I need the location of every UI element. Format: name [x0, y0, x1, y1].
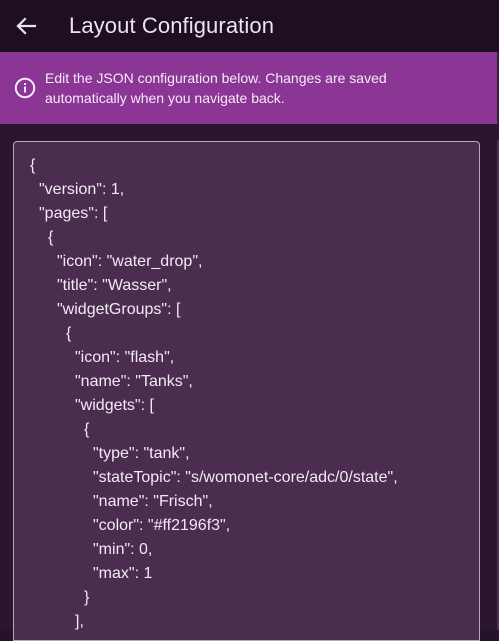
code-line: "widgetGroups": [	[57, 301, 181, 318]
code-line: "stateTopic": "s/womonet-core/adc/0/stat…	[93, 469, 398, 486]
code-line: {	[48, 229, 54, 246]
code-line: "max": 1	[93, 565, 153, 582]
info-icon	[14, 77, 36, 99]
back-button[interactable]	[0, 0, 52, 52]
code-line: "widgets": [	[75, 397, 154, 414]
code-line: "type": "tank",	[93, 445, 190, 462]
code-line: "color": "#ff2196f3",	[93, 517, 231, 534]
code-line: "title": "Wasser",	[57, 277, 172, 294]
code-line: "min": 0,	[93, 541, 153, 558]
info-message: Edit the JSON configuration below. Chang…	[45, 70, 387, 106]
arrow-left-icon	[16, 17, 36, 35]
code-line: }	[84, 589, 90, 606]
json-editor[interactable]: {"version": 1, "pages": [{"icon": "water_…	[13, 141, 480, 641]
code-line: {	[66, 325, 72, 342]
code-line: "icon": "water_drop",	[57, 253, 203, 270]
code-line: "version": 1,	[39, 181, 125, 198]
info-banner: Edit the JSON configuration below. Chang…	[0, 52, 499, 124]
code-line: {	[30, 157, 36, 174]
page-title: Layout Configuration	[69, 13, 275, 38]
code-line: "name": "Frisch",	[93, 493, 213, 510]
code-line: "pages": [	[39, 205, 108, 222]
code-line: ],	[75, 613, 84, 630]
code-line: {	[84, 421, 90, 438]
code-line: "name": "Tanks",	[75, 373, 193, 390]
app-bar: Layout Configuration	[0, 0, 499, 52]
code-line: "icon": "flash",	[75, 349, 175, 366]
